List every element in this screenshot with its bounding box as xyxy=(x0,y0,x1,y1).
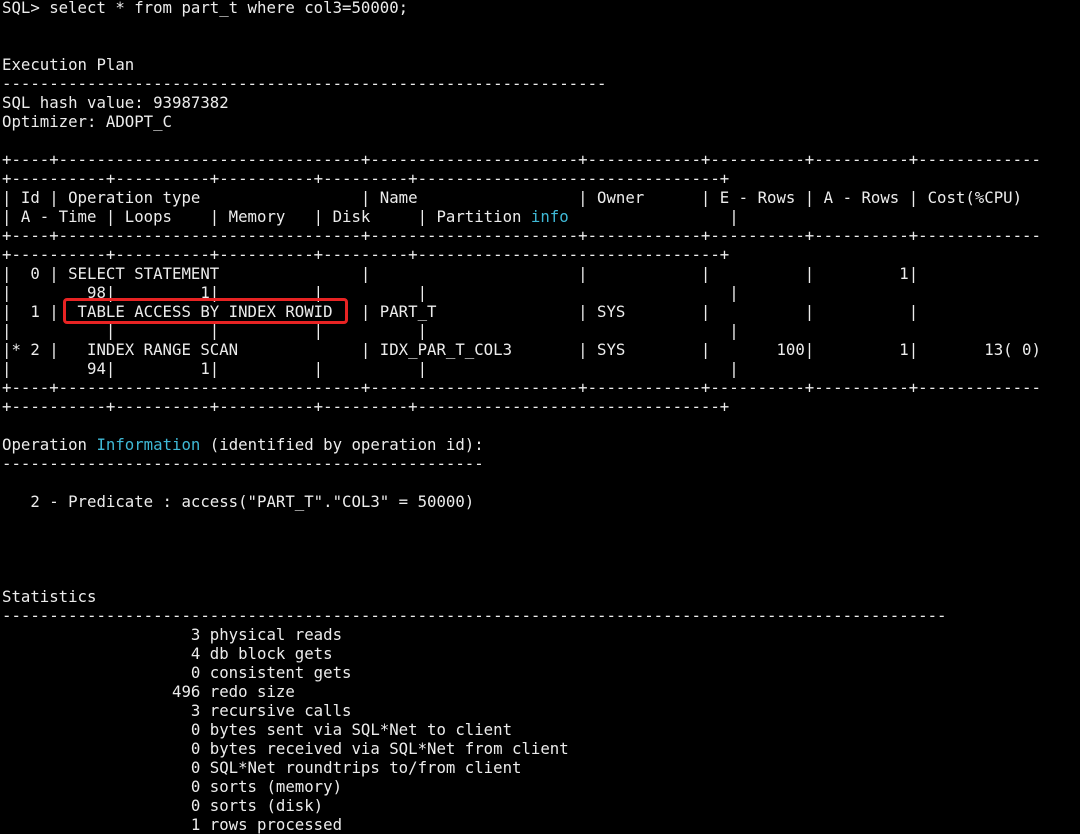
statistics-row: 3 physical reads xyxy=(2,625,343,644)
statistics-row: 1 rows processed xyxy=(2,815,343,834)
statistics-row: 0 bytes received via SQL*Net from client xyxy=(2,739,569,758)
plan-table-border: +----------+----------+----------+------… xyxy=(2,397,730,416)
plan-table-row: | 0 | SELECT STATEMENT | | | | 1| xyxy=(2,264,919,283)
plan-table-border: +----+--------------------------------+-… xyxy=(2,378,1041,397)
separator-line: ----------------------------------------… xyxy=(2,74,607,93)
plan-table-border: +----------+----------+----------+------… xyxy=(2,169,730,188)
statistics-row: 4 db block gets xyxy=(2,644,333,663)
highlighted-keyword: info xyxy=(530,207,569,226)
plan-table-border: +----------+----------+----------+------… xyxy=(2,245,730,264)
statistics-row: 0 consistent gets xyxy=(2,663,352,682)
sql-hash-value-line: SQL hash value: 93987382 xyxy=(2,93,229,112)
statistics-row: 0 sorts (disk) xyxy=(2,796,324,815)
highlight-box xyxy=(63,298,348,324)
statistics-row: 496 redo size xyxy=(2,682,295,701)
execution-plan-heading: Execution Plan xyxy=(2,55,135,74)
operation-information-heading: Operation Information (identified by ope… xyxy=(2,435,484,454)
plan-table-row: |* 2 | INDEX RANGE SCAN | IDX_PAR_T_COL3… xyxy=(2,340,1041,359)
statistics-row: 3 recursive calls xyxy=(2,701,352,720)
sql-command-line: SQL> select * from part_t where col3=500… xyxy=(2,0,409,17)
statistics-row: 0 bytes sent via SQL*Net to client xyxy=(2,720,513,739)
terminal-output: SQL> select * from part_t where col3=500… xyxy=(2,0,1078,834)
plan-table-border: +----+--------------------------------+-… xyxy=(2,226,1041,245)
statistics-row: 0 SQL*Net roundtrips to/from client xyxy=(2,758,522,777)
optimizer-line: Optimizer: ADOPT_C xyxy=(2,112,173,131)
statistics-row: 0 sorts (memory) xyxy=(2,777,343,796)
statistics-heading: Statistics xyxy=(2,587,97,606)
separator-line: ----------------------------------------… xyxy=(2,606,947,625)
plan-table-row: | 94| 1| | | | xyxy=(2,359,739,378)
plan-table-header: | A - Time | Loops | Memory | Disk | Par… xyxy=(2,207,739,226)
separator-line: ----------------------------------------… xyxy=(2,454,484,473)
predicate-line: 2 - Predicate : access("PART_T"."COL3" =… xyxy=(2,492,475,511)
highlighted-keyword: Information xyxy=(96,435,201,454)
plan-table-header: | Id | Operation type | Name | Owner | E… xyxy=(2,188,1023,207)
plan-table-border: +----+--------------------------------+-… xyxy=(2,150,1041,169)
